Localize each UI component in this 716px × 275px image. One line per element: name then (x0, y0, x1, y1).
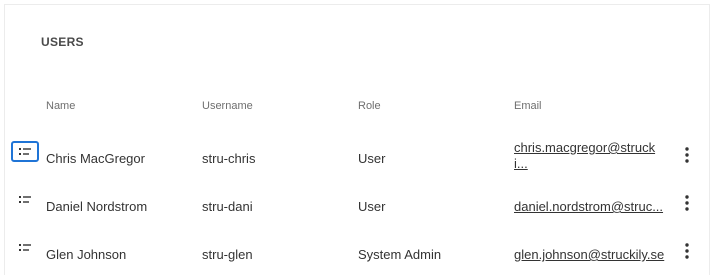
row-menu-button[interactable] (679, 145, 695, 165)
column-header-role: Role (358, 100, 381, 112)
cell-username: stru-dani (202, 199, 253, 214)
table-row: Chris MacGregor stru-chris User chris.ma… (5, 129, 711, 177)
cell-role: User (358, 199, 386, 214)
row-details-button[interactable] (11, 141, 39, 162)
table-row: Daniel Nordstrom stru-dani User daniel.n… (5, 177, 711, 225)
row-menu-button[interactable] (679, 241, 695, 261)
cell-name: Daniel Nordstrom (46, 199, 148, 214)
table-row: Glen Johnson stru-glen System Admin glen… (5, 225, 711, 273)
list-details-icon (19, 243, 31, 251)
email-link-line1: chris.macgregor@struck (514, 140, 656, 155)
email-link[interactable]: daniel.nordstrom@struc... (514, 199, 670, 214)
more-vertical-icon (685, 243, 689, 259)
email-link[interactable]: glen.johnson@struckily.se (514, 247, 670, 262)
section-title: USERS (41, 35, 84, 49)
cell-username: stru-glen (202, 247, 253, 262)
list-details-icon (19, 147, 31, 155)
cell-role: User (358, 151, 386, 166)
more-vertical-icon (685, 147, 689, 163)
more-vertical-icon (685, 195, 689, 211)
email-link[interactable]: chris.macgregor@struck i... (514, 140, 660, 174)
column-header-username: Username (202, 100, 253, 112)
cell-name: Glen Johnson (46, 247, 127, 262)
cell-name: Chris MacGregor (46, 151, 145, 166)
row-menu-button[interactable] (679, 193, 695, 213)
cell-role: System Admin (358, 247, 442, 262)
column-header-name: Name (46, 100, 76, 112)
cell-username: stru-chris (202, 151, 256, 166)
column-header-email: Email (514, 100, 542, 112)
email-link-line2: i... (514, 156, 528, 171)
row-details-button[interactable] (11, 237, 39, 258)
list-details-icon (19, 195, 31, 203)
users-panel: USERS Name Username Role Email Chris Mac… (4, 4, 710, 275)
row-details-button[interactable] (11, 189, 39, 210)
